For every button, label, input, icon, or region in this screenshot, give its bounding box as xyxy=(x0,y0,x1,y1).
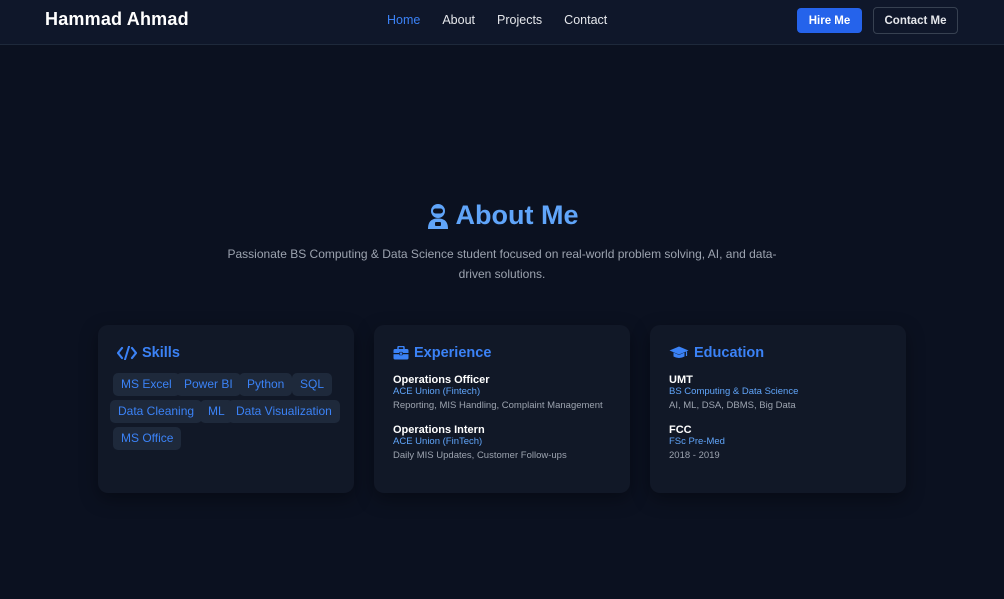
skill-tag: MS Office xyxy=(113,427,182,450)
skill-tag: Data Visualization xyxy=(228,400,340,423)
education-degree: BS Computing & Data Science xyxy=(669,386,799,397)
skill-tag: SQL xyxy=(292,373,333,396)
experience-item: Operations Intern ACE Union (FinTech) Da… xyxy=(393,424,567,463)
graduation-cap-icon xyxy=(669,346,689,358)
experience-org: ACE Union (Fintech) xyxy=(393,386,481,397)
education-desc: AI, ML, DSA, DBMS, Big Data xyxy=(669,400,796,411)
skills-card: Skills MS Excel Power BI Python SQL Data… xyxy=(98,325,354,493)
navbar: Hammad Ahmad Home About Projects Contact… xyxy=(0,0,1004,45)
skills-title: Skills xyxy=(117,345,180,361)
experience-desc: Daily MIS Updates, Customer Follow-ups xyxy=(393,450,567,461)
experience-role: Operations Officer xyxy=(393,374,490,386)
skill-tag: Power BI xyxy=(176,373,241,396)
nav-link-contact[interactable]: Contact xyxy=(564,13,607,27)
contact-me-button[interactable]: Contact Me xyxy=(873,7,958,34)
nav-links: Home About Projects Contact xyxy=(387,13,629,27)
hire-me-button[interactable]: Hire Me xyxy=(797,8,862,33)
education-degree: FSc Pre-Med xyxy=(669,436,725,447)
experience-card: Experience Operations Officer ACE Union … xyxy=(374,325,630,493)
nav-link-projects[interactable]: Projects xyxy=(497,13,542,27)
education-title: Education xyxy=(669,345,764,361)
education-desc: 2018 - 2019 xyxy=(669,450,720,461)
education-card: Education UMT BS Computing & Data Scienc… xyxy=(650,325,906,493)
about-intro: Passionate BS Computing & Data Science s… xyxy=(227,247,777,281)
experience-role: Operations Intern xyxy=(393,424,485,436)
experience-item: Operations Officer ACE Union (Fintech) R… xyxy=(393,374,603,413)
nav-link-about[interactable]: About xyxy=(442,13,475,27)
experience-title-text: Experience xyxy=(414,345,492,361)
experience-title: Experience xyxy=(393,345,491,361)
experience-desc: Reporting, MIS Handling, Complaint Manag… xyxy=(393,400,603,411)
skill-tag: Data Cleaning xyxy=(110,400,203,423)
experience-org: ACE Union (FinTech) xyxy=(393,436,483,447)
nav-link-home[interactable]: Home xyxy=(387,13,420,27)
about-title: About Me xyxy=(0,200,1004,231)
education-title-text: Education xyxy=(694,345,765,361)
skill-tag: MS Excel xyxy=(113,373,180,396)
education-item: UMT BS Computing & Data Science AI, ML, … xyxy=(669,374,798,413)
code-icon xyxy=(117,346,137,360)
about-title-text: About Me xyxy=(455,200,579,230)
user-astronaut-icon xyxy=(427,204,448,229)
skills-title-text: Skills xyxy=(142,345,180,361)
briefcase-icon xyxy=(393,346,409,360)
education-school: UMT xyxy=(669,374,693,386)
brand-name[interactable]: Hammad Ahmad xyxy=(45,9,189,30)
education-item: FCC FSc Pre-Med 2018 - 2019 xyxy=(669,424,725,463)
education-school: FCC xyxy=(669,424,692,436)
skill-tag: Python xyxy=(239,373,293,396)
